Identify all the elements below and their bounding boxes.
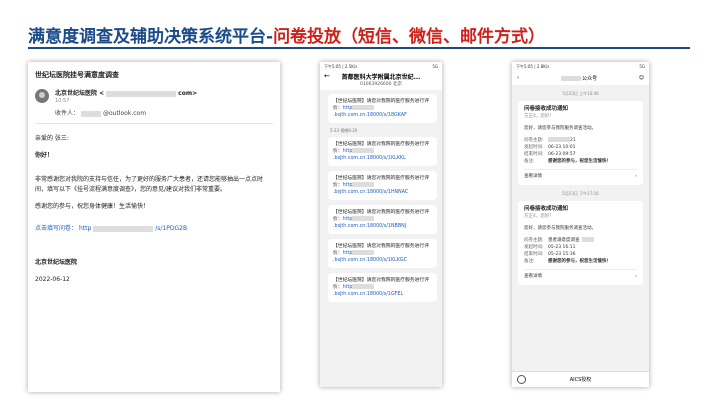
card-row: 结束时间: 05-23 15:36 bbox=[524, 252, 576, 257]
footer-menu-label[interactable]: AICS授权 bbox=[570, 376, 592, 383]
title-underline bbox=[28, 47, 690, 49]
view-details-link[interactable]: 查看详情 › bbox=[524, 269, 637, 280]
sms-message: 【世纪坛医院】请您对我院的医疗服务进行评价：http .bsjth.com.cn:… bbox=[328, 273, 437, 302]
survey-link[interactable]: 点击填写问卷： http/s/1PDG2B bbox=[35, 224, 273, 234]
email-body-2: 感谢您的参与，祝您身体健康！生活愉快！ bbox=[35, 203, 150, 210]
keyboard-icon[interactable] bbox=[517, 375, 526, 384]
sms-screenshot: 下午5:05 | 2.5K/s 5G ← 首都医科大学附属北京世纪... 0106… bbox=[320, 62, 442, 387]
profile-icon[interactable]: ☺ bbox=[639, 75, 644, 81]
card-row: 结束时间: 06-23 09:57 bbox=[524, 152, 576, 157]
card-time: 5月23日 下午17:16 bbox=[562, 191, 599, 196]
card-row: 发起时间: 05-23 16:11 bbox=[524, 245, 576, 250]
card-title: 问卷接收成功通知 bbox=[524, 106, 569, 112]
slide-title-highlight: 问卷投放（短信、微信、邮件方式） bbox=[273, 27, 546, 47]
wechat-screenshot: 下午5:05 | 2.8K/s 5G ‹ 公众号 ☺ 5月23日 上午10:46 … bbox=[512, 62, 649, 387]
sms-sender-title: 首都医科大学附属北京世纪... bbox=[341, 74, 421, 81]
chevron-right-icon: › bbox=[635, 274, 637, 279]
link-label: 点击填写问卷： bbox=[35, 225, 78, 232]
avatar-icon bbox=[35, 89, 49, 103]
recipient-line: 收件人： @outlook.com bbox=[55, 108, 273, 117]
blurred-address bbox=[106, 90, 177, 97]
sender-addr-open: < bbox=[99, 90, 105, 97]
sms-header: ← 首都医科大学附属北京世纪... 01063926600 北京 bbox=[320, 71, 442, 90]
email-signature: 北京世纪坛医院 bbox=[35, 259, 78, 266]
slide-title-main: 满意度调查及辅助决策系统平台- bbox=[28, 27, 274, 47]
sms-message: 【世纪坛医院】请您对我院的医疗服务进行评价：http .bsjth.com.cn:… bbox=[328, 239, 437, 268]
sent-time: 10:57 bbox=[55, 98, 70, 104]
card-desc: 您好，请您参与我院服务调查活动。 bbox=[524, 226, 596, 231]
notification-card[interactable]: 问卷接收成功通知 方正4，您好！ 您好，请您参与我院服务调查活动。 问卷主题: 患… bbox=[518, 201, 643, 285]
status-bar: 下午5:05 | 2.8K/s 5G bbox=[512, 62, 649, 71]
sms-sender-number: 01063926600 北京 bbox=[360, 82, 402, 87]
notification-card[interactable]: 问卷接收成功通知 方正4，您好！ 您好，请您参与我院服务调查活动。 问卷主题: 2… bbox=[518, 101, 643, 185]
card-time: 5月23日 上午10:46 bbox=[562, 91, 599, 96]
time-stamp: 5-23 傍晚6:20 bbox=[330, 128, 358, 133]
chevron-right-icon: › bbox=[635, 174, 637, 179]
link-suffix: /s/1PDG2B bbox=[155, 225, 188, 232]
email-subject: 世纪坛医院挂号满意度调查 bbox=[35, 71, 119, 79]
card-greeting: 方正4，您好！ bbox=[524, 214, 554, 219]
status-bar: 下午5:05 | 2.5K/s 5G bbox=[320, 62, 442, 71]
link-prefix: http bbox=[78, 225, 92, 232]
sender-addr-close: com> bbox=[178, 90, 198, 97]
card-greeting: 方正4，您好！ bbox=[524, 114, 554, 119]
divider bbox=[35, 123, 273, 124]
card-desc: 您好，请您参与我院服务调查活动。 bbox=[524, 126, 596, 131]
chevron-left-icon[interactable]: ‹ bbox=[517, 75, 519, 81]
card-row: 发起时间: 06-23 10:01 bbox=[524, 145, 576, 150]
email-body-1: 非常感谢您对我院的支持与信任，为了更好的服务广大患者，还请您能够抽出一点点时间，… bbox=[35, 176, 264, 193]
email-sender: 北京世纪坛医院 < com> 10:57 bbox=[35, 88, 273, 104]
blurred-recipient bbox=[81, 110, 102, 117]
wechat-header: ‹ 公众号 ☺ bbox=[512, 71, 649, 85]
card-row: 备注: 感谢您的参与，祝您生活愉快！ bbox=[524, 259, 611, 264]
sms-message: 【世纪坛医院】请您对我院的医疗服务进行评价：http .bsjth.com.cn:… bbox=[328, 205, 437, 234]
back-icon[interactable]: ← bbox=[324, 72, 330, 80]
email-greeting: 亲爱的 张三: bbox=[35, 135, 69, 142]
card-row: 备注: 感谢您的参与，祝您生活愉快！ bbox=[524, 159, 611, 164]
card-title: 问卷接收成功通知 bbox=[524, 206, 569, 212]
wechat-header-title: 公众号 bbox=[582, 75, 598, 82]
email-screenshot: 世纪坛医院挂号满意度调查 北京世纪坛医院 < com> 10:57 收件人： @ou… bbox=[28, 62, 280, 392]
view-details-link[interactable]: 查看详情 › bbox=[524, 169, 637, 180]
sms-message: 【世纪坛医院】请您对我院的医疗服务进行评价：http .bsjth.com.cn:… bbox=[328, 137, 437, 166]
recipient-addr: @outlook.com bbox=[103, 110, 147, 117]
wechat-footer: AICS授权 bbox=[512, 371, 649, 387]
card-row: 问卷主题: 患者满意度调查 bbox=[524, 237, 637, 244]
email-date: 2022-06-12 bbox=[35, 276, 70, 283]
sender-name: 北京世纪坛医院 bbox=[55, 90, 98, 97]
sms-message: 【世纪坛医院】请您对我院的医疗服务进行评价：http .bsjth.com.cn:… bbox=[328, 94, 437, 123]
email-hello: 你好！ bbox=[35, 152, 54, 159]
slide-title: 满意度调查及辅助决策系统平台-问卷投放（短信、微信、邮件方式） bbox=[28, 22, 545, 47]
card-row: 问卷主题: 21 bbox=[524, 137, 576, 143]
blurred-url bbox=[93, 225, 154, 232]
recipient-label: 收件人： bbox=[55, 110, 80, 117]
sms-message: 【世纪坛医院】请您对我院的医疗服务进行评价：http .bsjth.com.cn:… bbox=[328, 171, 437, 200]
